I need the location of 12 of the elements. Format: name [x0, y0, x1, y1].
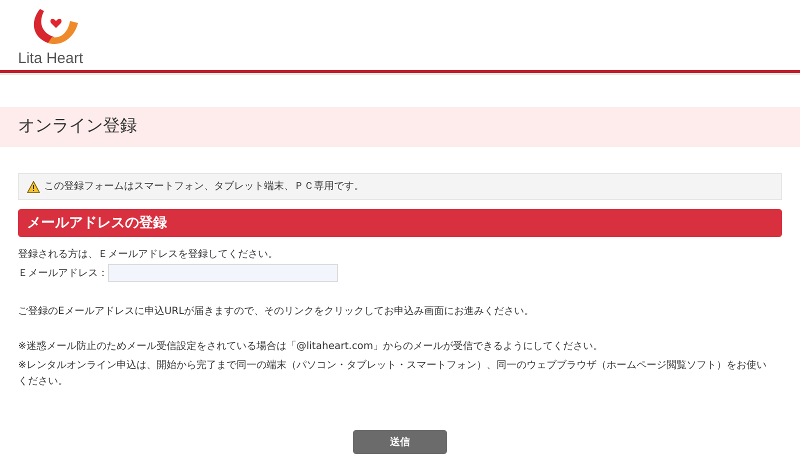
note-text: ※迷惑メール防止のためメール受信設定をされている場合は「@litaheart.com」からのメールが受信できるようにしてください。 [18, 340, 604, 354]
section-title: メールアドレスの登録 [27, 214, 167, 232]
email-field[interactable] [108, 264, 338, 282]
email-label: Ｅメールアドレス： [18, 266, 108, 280]
note-text: ※レンタルオンライン申込は、開始から完了まで同一の端末（パソコン・タブレット・スマートフォン）、同一のウェブブラウザ（ホームページ閲覧ソフト）をお使いください。 [18, 358, 768, 389]
logo-text: Lita Heart [18, 51, 84, 66]
warning-icon [27, 180, 40, 192]
notice-text: この登録フォームはスマートフォン、タブレット端末、ＰＣ専用です。 [44, 180, 364, 194]
intro-text: 登録される方は、Ｅメールアドレスを登録してください。 [18, 248, 279, 262]
info-text: ご登録のEメールアドレスに申込URLが届きますので、そのリンクをクリックしてお申込み画面にお進みください。 [18, 304, 536, 319]
submit-button[interactable]: 送信 [353, 430, 447, 454]
page-title: オンライン登録 [18, 115, 137, 138]
